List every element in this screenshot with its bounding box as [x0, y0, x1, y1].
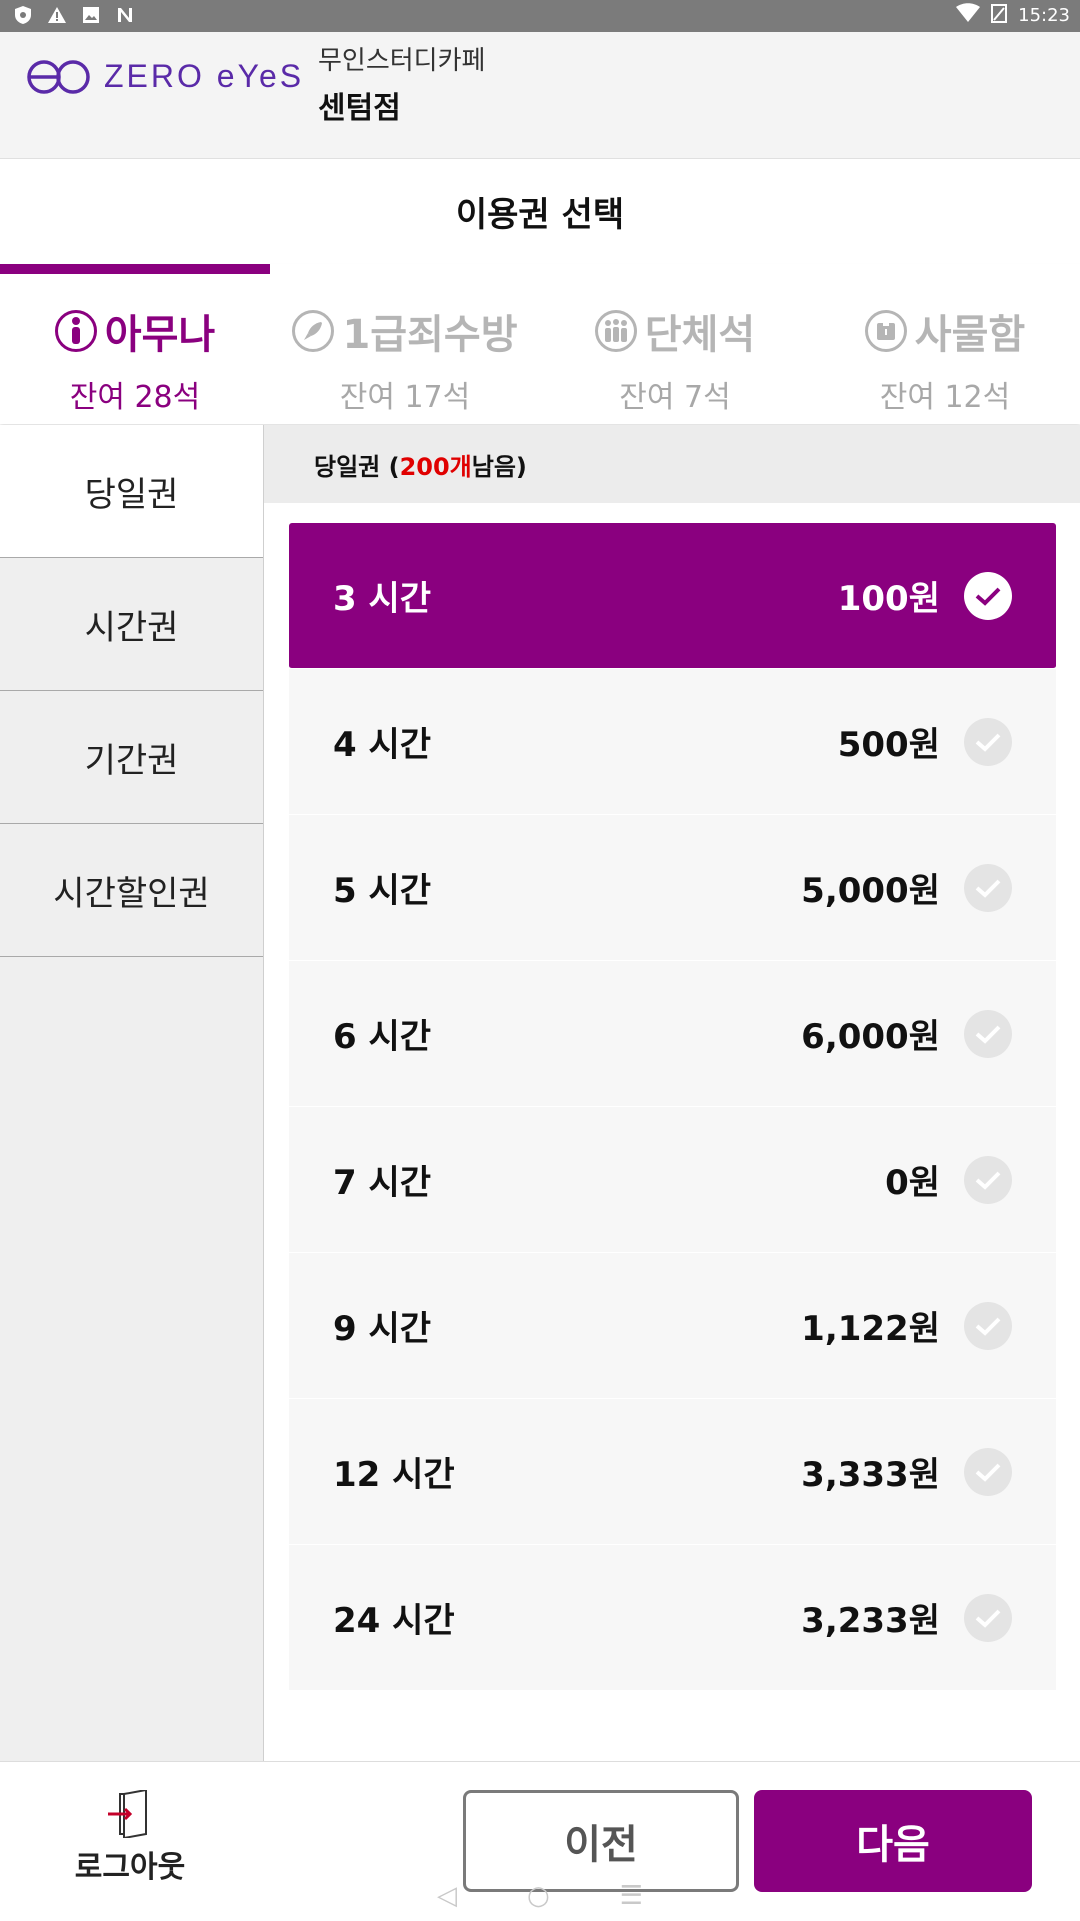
logout-button[interactable]: 로그아웃 [60, 1790, 200, 1886]
check-icon [964, 717, 1012, 766]
tab-remaining: 잔여 7석 [619, 380, 731, 415]
ticket-price: 6,000원 [801, 1017, 940, 1057]
next-button[interactable]: 다음 [754, 1790, 1032, 1892]
seat-type-tabs: 아무나 잔여 28석 1급죄수방 잔여 17석 단체석 잔여 7석 사물함 잔여 [0, 264, 1080, 424]
status-bar: 15:23 [0, 0, 1080, 32]
active-tab-indicator [0, 264, 270, 274]
tab-group-seat[interactable]: 단체석 잔여 7석 [540, 302, 810, 416]
ticket-price: 100원 [837, 579, 940, 619]
tab-anyone[interactable]: 아무나 잔여 28석 [0, 302, 270, 416]
wifi-icon [956, 3, 981, 28]
locker-icon [864, 310, 907, 352]
ticket-option[interactable]: 9 시간 1,122원 [289, 1253, 1056, 1399]
check-icon [964, 1155, 1012, 1204]
warning-icon [46, 4, 68, 26]
tab-locker[interactable]: 사물함 잔여 12석 [810, 302, 1080, 416]
tab-remaining: 잔여 12석 [879, 380, 1011, 415]
bottom-action-bar: 로그아웃 이전 다음 ◁ ○ ☰ [0, 1761, 1080, 1921]
store-subtitle: 무인스터디카페 [318, 46, 486, 76]
check-icon [964, 1447, 1012, 1496]
logout-label: 로그아웃 [74, 1850, 186, 1885]
tab-name: 1급죄수방 [342, 312, 518, 358]
image-icon [80, 4, 102, 26]
category-time-discount-pass[interactable]: 시간할인권 [0, 824, 263, 957]
rocket-icon [292, 310, 335, 352]
ticket-duration: 6 시간 [333, 1017, 432, 1057]
tab-remaining: 잔여 17석 [339, 380, 471, 415]
page-title: 이용권 선택 [455, 195, 625, 235]
check-icon [964, 1593, 1012, 1642]
ticket-price: 1,122원 [801, 1309, 940, 1349]
tab-first-class-room[interactable]: 1급죄수방 잔여 17석 [270, 302, 540, 416]
ticket-option[interactable]: 7 시간 0원 [289, 1107, 1056, 1253]
store-name: 센텀점 [318, 91, 401, 126]
previous-button[interactable]: 이전 [463, 1790, 739, 1892]
ticket-duration: 7 시간 [333, 1163, 432, 1203]
n-icon [114, 4, 136, 26]
ticket-duration: 5 시간 [333, 871, 432, 911]
ticket-option[interactable]: 3 시간 100원 [289, 523, 1056, 669]
list-header-suffix: 남음) [471, 452, 527, 481]
ticket-option[interactable]: 12 시간 3,333원 [289, 1399, 1056, 1545]
group-icon [594, 310, 637, 352]
logo-mark-icon [27, 59, 90, 94]
ticket-duration: 12 시간 [333, 1455, 455, 1495]
ticket-price: 500원 [837, 725, 940, 765]
tab-name: 아무나 [104, 312, 216, 358]
tab-name: 단체석 [644, 312, 756, 358]
brand-logo: ZERO eYeS [26, 58, 304, 95]
logout-icon [108, 1790, 147, 1838]
tab-remaining: 잔여 28석 [69, 380, 201, 415]
ticket-price: 3,333원 [801, 1455, 940, 1495]
check-icon [964, 863, 1012, 912]
category-day-pass[interactable]: 당일권 [0, 425, 263, 558]
tab-name: 사물함 [914, 312, 1026, 358]
back-icon: ◁ [437, 1880, 457, 1911]
clock-time: 15:23 [1018, 5, 1070, 26]
ticket-list: 3 시간 100원 4 시간 500원 5 시간 5,000원 6 시간 6,0… [289, 523, 1056, 1691]
list-header-prefix: 당일권 ( [314, 452, 400, 481]
ticket-duration: 3 시간 [333, 579, 432, 619]
ticket-option[interactable]: 4 시간 500원 [289, 669, 1056, 815]
ticket-price: 3,233원 [801, 1601, 940, 1641]
remaining-count: 200개 [399, 452, 472, 481]
title-bar: 이용권 선택 [0, 159, 1080, 266]
check-icon [964, 1009, 1012, 1058]
check-icon [964, 1301, 1012, 1350]
app-header: ZERO eYeS 무인스터디카페 센텀점 [0, 32, 1080, 159]
person-icon [54, 310, 97, 352]
logo-text: ZERO eYeS [104, 58, 305, 94]
ticket-duration: 24 시간 [333, 1601, 455, 1641]
check-icon [964, 571, 1012, 620]
store-info: 무인스터디카페 센텀점 [318, 40, 485, 127]
category-time-pass[interactable]: 시간권 [0, 558, 263, 691]
ticket-option[interactable]: 5 시간 5,000원 [289, 815, 1056, 961]
ticket-price: 5,000원 [801, 871, 940, 911]
ticket-list-panel: 당일권 (200개 남음) 3 시간 100원 4 시간 500원 5 시간 5… [264, 425, 1080, 1761]
category-period-pass[interactable]: 기간권 [0, 691, 263, 824]
ticket-price: 0원 [885, 1163, 940, 1203]
ticket-option[interactable]: 6 시간 6,000원 [289, 961, 1056, 1107]
list-header: 당일권 (200개 남음) [264, 425, 1080, 503]
ticket-duration: 9 시간 [333, 1309, 432, 1349]
ticket-category-sidebar: 당일권 시간권 기간권 시간할인권 [0, 425, 264, 1761]
battery-icon [990, 3, 1008, 28]
shield-icon [12, 4, 34, 26]
ticket-duration: 4 시간 [333, 725, 432, 765]
ticket-option[interactable]: 24 시간 3,233원 [289, 1545, 1056, 1691]
